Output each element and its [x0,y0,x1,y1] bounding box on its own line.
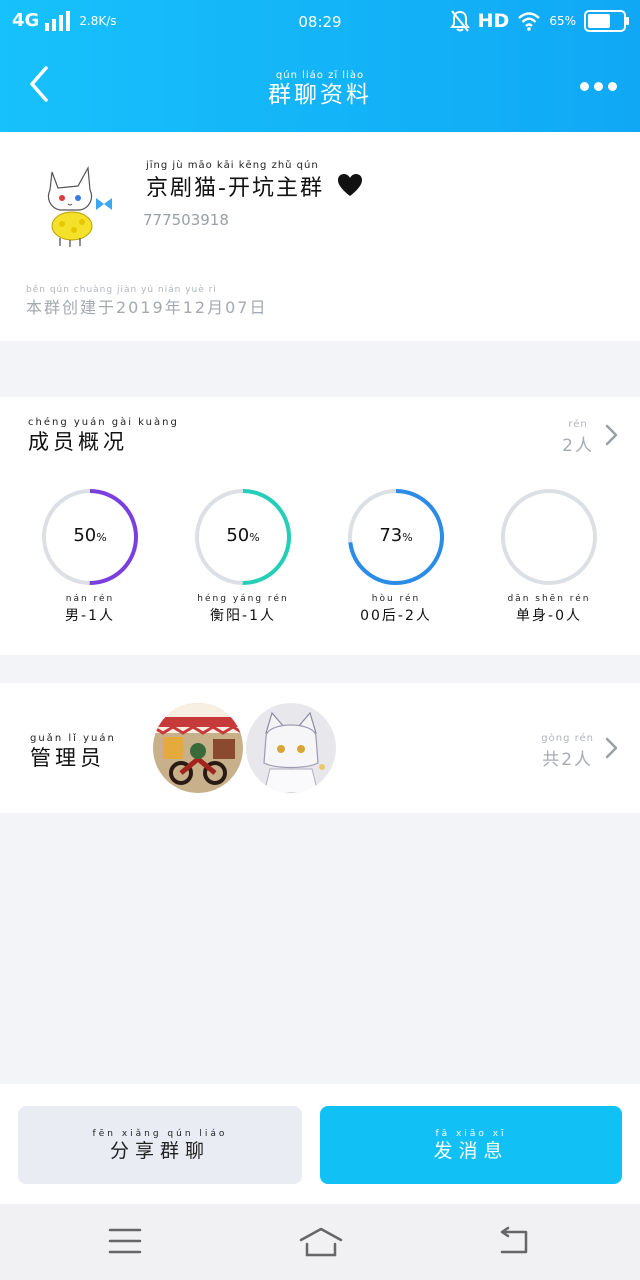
group-avatar[interactable] [30,154,126,250]
header: 4G 2.8K/s 08:29 HD 65% qún liáo zī liào … [0,0,640,132]
battery-level [588,14,611,28]
admins-label-pinyin: guǎn lǐ yuán [30,733,116,744]
admin-avatar[interactable] [246,703,336,793]
chevron-right-icon[interactable] [602,736,620,760]
more-dot-icon [608,81,617,91]
battery-percent: 65% [549,14,576,28]
admins-count-text: 共2人 [542,750,594,770]
system-navigation-bar [0,1204,640,1280]
stat-single: dān shēn rén 单身-0人 [499,487,599,625]
members-card[interactable]: chéng yuán gài kuàng 成员概况 rén 2人 50% nán … [0,397,640,655]
created-date: 本群创建于2019年12月07日 [26,298,268,317]
members-label-pinyin: chéng yuán gài kuàng [28,417,179,428]
stat-label: 00后-2人 [360,608,432,624]
stat-percent: 50% [40,525,140,546]
menu-icon[interactable] [108,1226,142,1256]
stat-percent-unit: % [249,531,260,544]
stat-label: 男-1人 [65,608,115,624]
stat-gender: 50% nán rén 男-1人 [40,487,140,625]
more-dot-icon [594,81,603,91]
members-section-label: chéng yuán gài kuàng 成员概况 [28,417,179,455]
stat-label-wrap: dān shēn rén 单身-0人 [499,593,599,625]
stat-label-pinyin: héng yáng rén [197,594,289,604]
admin-avatar-image [153,703,243,793]
action-bar: fēn xiǎng qún liáo 分享群聊 fā xiāo xī 发消息 [0,1084,640,1204]
more-dot-icon [580,81,589,91]
battery-icon [584,10,629,32]
stat-percent-value: 50 [73,525,97,546]
page-title-text: 群聊资料 [268,82,372,108]
members-count-pinyin: rén [568,419,588,430]
stat-label: 单身-0人 [516,608,582,624]
group-name-text: 京剧猫-开坑主群 [146,176,324,201]
members-count-text: 2人 [562,436,594,456]
status-right: HD 65% [449,10,629,32]
chevron-right-icon[interactable] [602,423,620,447]
send-message-button[interactable]: fā xiāo xī 发消息 [320,1106,622,1184]
back-nav-icon[interactable] [496,1226,532,1256]
ring-track [501,489,597,585]
stat-label-wrap: nán rén 男-1人 [40,593,140,625]
admin-avatar-image [246,703,336,793]
ring-chart [501,489,597,585]
send-text: 发消息 [433,1140,509,1162]
stat-label-pinyin: dān shēn rén [507,594,591,604]
group-info-card: jīng jù māo kāi kēng zhǔ qún 京剧猫-开坑主群 77… [0,132,640,341]
stat-label: 衡阳-1人 [210,608,276,624]
stat-label-wrap: héng yáng rén 衡阳-1人 [193,593,293,625]
heart-icon [337,174,362,196]
group-name: 京剧猫-开坑主群 [146,170,363,202]
share-pinyin: fēn xiǎng qún liáo [92,1129,228,1139]
stat-label-wrap: hòu rén 00后-2人 [346,593,446,625]
hd-indicator: HD [477,10,510,32]
admins-card[interactable]: guǎn lǐ yuán 管理员 gòng rén 共2人 [0,683,640,813]
bell-off-icon [449,10,470,32]
share-group-button[interactable]: fēn xiǎng qún liáo 分享群聊 [18,1106,302,1184]
share-text: 分享群聊 [109,1140,210,1162]
stat-percent-unit: % [402,531,413,544]
members-count: rén 2人 [562,419,594,456]
admins-count-pinyin: gòng rén [541,733,594,744]
stat-age: 73% hòu rén 00后-2人 [346,487,446,625]
admins-count: gòng rén 共2人 [541,733,594,770]
group-id: 777503918 [143,211,229,229]
stat-percent: 73% [346,525,446,546]
stat-percent: 50% [193,525,293,546]
cat-avatar-icon [30,154,126,250]
share-group-button-label: fēn xiǎng qún liáo 分享群聊 [18,1128,302,1162]
page-title-pinyin: qún liáo zī liào [275,70,365,81]
page-title: qún liáo zī liào 群聊资料 [0,70,640,108]
admin-avatar[interactable] [153,703,243,793]
wifi-icon [518,12,541,31]
more-button[interactable] [580,74,622,98]
stat-percent-value: 73 [379,525,403,546]
stat-percent-value: 50 [226,525,250,546]
send-message-button-label: fā xiāo xī 发消息 [320,1128,622,1162]
stat-label-pinyin: nán rén [65,594,115,604]
home-icon[interactable] [298,1226,344,1258]
members-label: 成员概况 [28,430,128,454]
stat-percent-unit: % [96,531,107,544]
status-bar: 4G 2.8K/s 08:29 HD 65% [0,0,640,44]
stat-label-pinyin: hòu rén [371,594,421,604]
send-pinyin: fā xiāo xī [435,1129,507,1139]
admins-label: 管理员 [30,746,105,770]
stat-location: 50% héng yáng rén 衡阳-1人 [193,487,293,625]
admins-section-label: guǎn lǐ yuán 管理员 [30,733,116,771]
